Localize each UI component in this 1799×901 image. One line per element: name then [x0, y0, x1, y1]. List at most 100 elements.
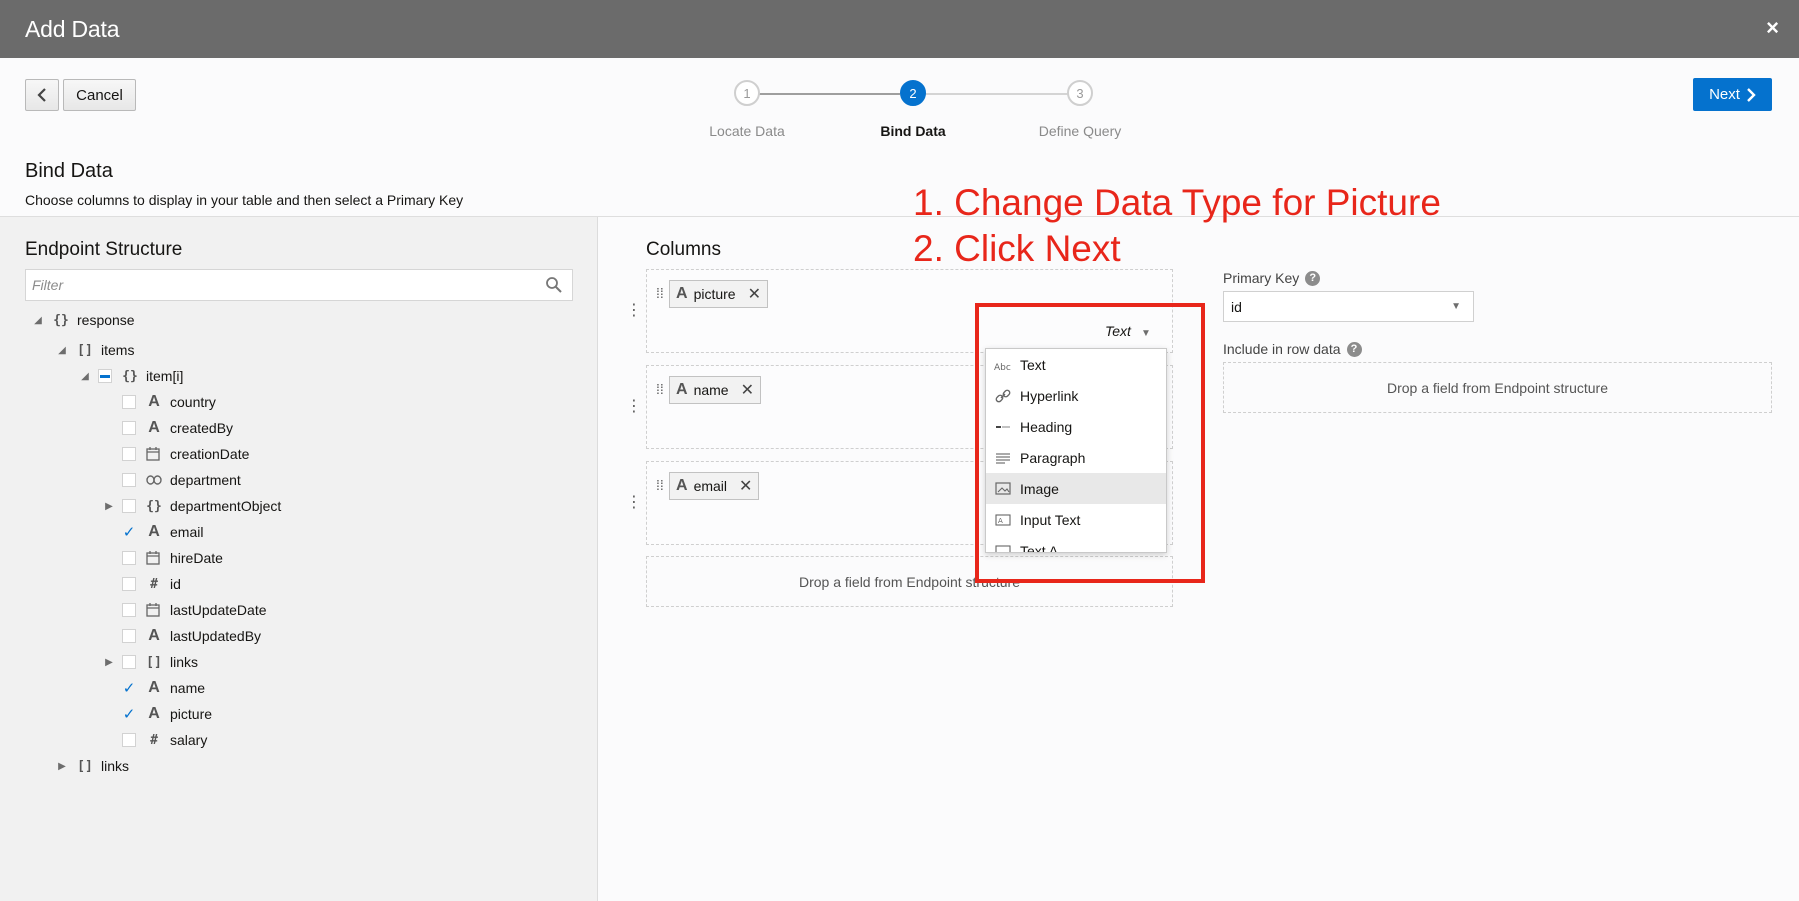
menu-item-paragraph[interactable]: Paragraph — [986, 442, 1166, 473]
menu-item-label: Heading — [1020, 418, 1073, 435]
text-area-icon — [994, 544, 1012, 552]
tree-field-hiredate[interactable]: hireDate — [122, 546, 223, 570]
column-chip-picture[interactable]: ⁞⁞ A picture ✕ — [656, 280, 768, 308]
field-checkbox-checked[interactable]: ✓ — [122, 524, 136, 541]
drag-handle-icon[interactable]: ⁞⁞ — [656, 285, 664, 301]
field-checkbox[interactable] — [122, 733, 136, 747]
collapse-icon[interactable]: ◢ — [78, 371, 92, 382]
tree-node-label: lastUpdateDate — [170, 602, 267, 618]
column-slot-picture[interactable]: ⁞⁞ A picture ✕ — [646, 269, 1173, 353]
tree-field-name[interactable]: ✓ A name — [122, 676, 205, 700]
step-connector — [918, 93, 1068, 95]
field-checkbox[interactable] — [122, 603, 136, 617]
tree-node-item[interactable]: ◢ {} item[i] — [78, 364, 183, 388]
column-chip-name[interactable]: ⁞⁞ A name ✕ — [656, 376, 761, 404]
row-data-drop-zone[interactable]: Drop a field from Endpoint structure — [1223, 362, 1772, 413]
field-checkbox-checked[interactable]: ✓ — [122, 680, 136, 697]
help-icon[interactable]: ? — [1305, 270, 1321, 286]
back-button[interactable] — [25, 79, 59, 111]
field-checkbox[interactable] — [122, 629, 136, 643]
chip-label: picture — [693, 286, 736, 302]
tree-field-lastupdatedby[interactable]: A lastUpdatedBy — [122, 624, 261, 648]
tree-node-label: picture — [170, 706, 213, 722]
cancel-button[interactable]: Cancel — [63, 79, 136, 111]
image-icon — [994, 482, 1012, 495]
step-2-circle[interactable]: 2 — [900, 80, 926, 106]
tree-node-response[interactable]: ◢ {} response — [31, 308, 134, 332]
menu-item-label: Text A — [1020, 542, 1059, 553]
collapse-icon[interactable]: ◢ — [31, 315, 45, 326]
remove-icon[interactable]: ✕ — [748, 284, 761, 304]
drag-handle-icon[interactable]: ⁞⁞ — [656, 477, 664, 493]
remove-icon[interactable]: ✕ — [741, 380, 754, 400]
expand-icon[interactable]: ▶ — [102, 501, 116, 512]
field-checkbox[interactable] — [122, 473, 136, 487]
search-icon[interactable] — [545, 276, 563, 294]
menu-item-image[interactable]: Image — [986, 473, 1166, 504]
menu-item-label: Text — [1020, 356, 1046, 373]
next-button[interactable]: Next — [1693, 78, 1772, 111]
input-text-icon: A — [994, 513, 1012, 526]
expand-icon[interactable]: ▶ — [102, 657, 116, 668]
text-type-icon: A — [148, 679, 160, 696]
menu-item-heading[interactable]: Heading — [986, 411, 1166, 442]
columns-drop-zone[interactable]: Drop a field from Endpoint structure — [646, 556, 1173, 607]
caret-down-icon: ▼ — [1140, 328, 1151, 339]
array-icon: [] — [146, 654, 162, 670]
remove-icon[interactable]: ✕ — [739, 476, 752, 496]
partial-checkbox[interactable] — [98, 369, 112, 383]
menu-item-text[interactable]: Abc Text — [986, 349, 1166, 380]
chevron-right-icon — [1747, 87, 1756, 102]
field-checkbox[interactable] — [122, 655, 136, 669]
field-checkbox[interactable] — [122, 551, 136, 565]
tree-field-departmentobject[interactable]: ▶ {} departmentObject — [102, 494, 281, 518]
close-icon[interactable]: × — [1766, 16, 1779, 40]
svg-text:A: A — [998, 517, 1003, 525]
data-type-select[interactable]: Text ▼ — [1105, 323, 1151, 339]
tree-field-id[interactable]: # id — [122, 572, 181, 596]
step-1-label: Locate Data — [709, 123, 785, 139]
menu-item-label: Paragraph — [1020, 449, 1086, 466]
tree-field-picture[interactable]: ✓ A picture — [122, 702, 212, 726]
data-type-menu: Abc Text Hyperlink Heading Paragraph Ima… — [985, 348, 1167, 553]
menu-item-label: Input Text — [1020, 511, 1081, 528]
tree-node-label: country — [170, 394, 216, 410]
primary-key-select[interactable]: id ▼ — [1223, 291, 1474, 322]
help-icon[interactable]: ? — [1346, 341, 1362, 357]
menu-item-input-text[interactable]: A Input Text — [986, 504, 1166, 535]
tree-field-lastupdatedate[interactable]: lastUpdateDate — [122, 598, 267, 622]
expand-icon[interactable]: ▶ — [55, 761, 69, 772]
tree-node-items[interactable]: ◢ [] items — [55, 338, 134, 362]
data-type-value: Text — [1105, 323, 1131, 339]
dialog-titlebar: Add Data × — [0, 0, 1799, 58]
tree-field-links[interactable]: ▶ [] links — [102, 650, 198, 674]
field-checkbox[interactable] — [122, 499, 136, 513]
tree-node-label: id — [170, 576, 181, 592]
text-type-icon: A — [676, 477, 688, 494]
primary-key-value: id — [1231, 299, 1242, 315]
tree-field-createdby[interactable]: A createdBy — [122, 416, 233, 440]
field-checkbox[interactable] — [122, 577, 136, 591]
menu-item-label: Image — [1020, 480, 1059, 497]
step-3-label: Define Query — [1038, 123, 1122, 139]
tree-field-email[interactable]: ✓ A email — [122, 520, 204, 544]
field-checkbox[interactable] — [122, 447, 136, 461]
step-1-circle[interactable]: 1 — [734, 80, 760, 106]
drag-handle-icon[interactable]: ⁞⁞ — [656, 381, 664, 397]
column-chip-email[interactable]: ⁞⁞ A email ✕ — [656, 472, 760, 500]
field-checkbox[interactable] — [122, 421, 136, 435]
tree-field-country[interactable]: A country — [122, 390, 216, 414]
tree-node-label: lastUpdatedBy — [170, 628, 262, 644]
field-checkbox-checked[interactable]: ✓ — [122, 706, 136, 723]
array-icon: [] — [77, 342, 93, 358]
tree-field-salary[interactable]: # salary — [122, 728, 207, 752]
collapse-icon[interactable]: ◢ — [55, 345, 69, 356]
tree-field-department[interactable]: department — [122, 468, 241, 492]
tree-node-root-links[interactable]: ▶ [] links — [55, 754, 129, 778]
tree-field-creationdate[interactable]: creationDate — [122, 442, 249, 466]
menu-item-hyperlink[interactable]: Hyperlink — [986, 380, 1166, 411]
filter-input[interactable]: Filter — [25, 269, 573, 301]
menu-item-text-area[interactable]: Text A — [986, 535, 1166, 553]
field-checkbox[interactable] — [122, 395, 136, 409]
step-3-circle[interactable]: 3 — [1067, 80, 1093, 106]
